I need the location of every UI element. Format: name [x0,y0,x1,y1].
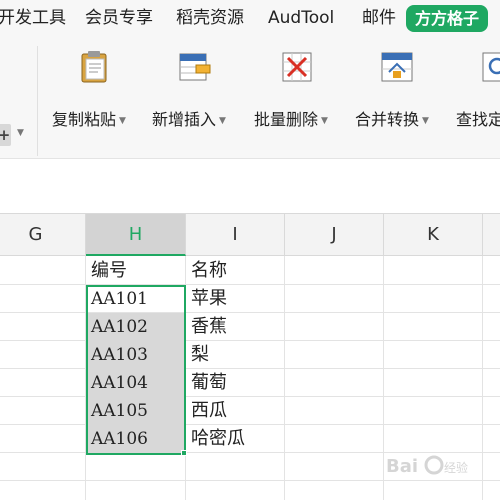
tab-audtool[interactable]: AudTool [268,0,334,36]
tab-fangfanggezi[interactable]: 方方格子 [406,5,489,32]
formula-bar-area [0,158,500,213]
left-add-control[interactable]: + [0,124,11,146]
merge-convert-label: 合并转换 [355,110,420,129]
column-header-g[interactable]: G [0,214,86,256]
find-icon [482,52,500,82]
ribbon-separator [37,46,38,156]
spreadsheet-window: 开发工具 会员专享 稻壳资源 AudTool 邮件 方方格子 + ▼ 复制粘贴 ▼ [0,0,500,500]
chevron-down-icon: ▼ [422,116,429,126]
tab-mail[interactable]: 邮件 [362,0,396,36]
clipboard-icon [81,51,107,83]
insert-label: 新增插入 [152,110,217,129]
cell-i-row5[interactable]: 西瓜 [186,397,284,425]
cell-i-row4[interactable]: 葡萄 [186,369,284,397]
ribbon-toolbar: + ▼ 复制粘贴 ▼ 新增插入 ▼ 批量删除 ▼ 合并转换 ▼ 查找定 [0,36,500,158]
column-header-j[interactable]: J [285,214,384,256]
cell-i-row2[interactable]: 香蕉 [186,313,284,341]
column-header-k[interactable]: K [384,214,483,256]
cell-i-row6[interactable]: 哈密瓜 [186,425,284,453]
selection-border [86,285,186,455]
cell-i-row1[interactable]: 苹果 [186,285,284,313]
delete-icon [282,52,312,82]
chevron-down-icon: ▼ [119,116,126,126]
cell-i-header[interactable]: 名称 [186,257,284,285]
chevron-down-icon[interactable]: ▼ [17,128,24,138]
column-header-h[interactable]: H [86,214,186,256]
merge-convert-icon [381,52,413,82]
column-header-row: G H I J K [0,213,500,256]
svg-text:Bai: Bai [386,456,418,477]
tab-member-exclusive[interactable]: 会员专享 [85,0,153,36]
copy-paste-label: 复制粘贴 [52,110,117,129]
menu-tab-bar: 开发工具 会员专享 稻壳资源 AudTool 邮件 方方格子 [0,0,500,36]
batch-delete-label: 批量删除 [254,110,319,129]
insert-icon [179,53,211,81]
baidu-watermark-logo: Bai 经验 [386,455,468,477]
tab-docer-resources[interactable]: 稻壳资源 [176,0,244,36]
fill-handle[interactable] [181,450,187,456]
chevron-down-icon: ▼ [219,116,226,126]
find-locate-label: 查找定 [456,110,500,129]
gridline [284,256,285,500]
chevron-down-icon: ▼ [321,116,328,126]
cell-h-header[interactable]: 编号 [86,257,185,285]
svg-text:经验: 经验 [444,460,468,475]
column-header-i[interactable]: I [186,214,285,256]
tab-developer-tools[interactable]: 开发工具 [0,0,66,36]
cell-i-row3[interactable]: 梨 [186,341,284,369]
